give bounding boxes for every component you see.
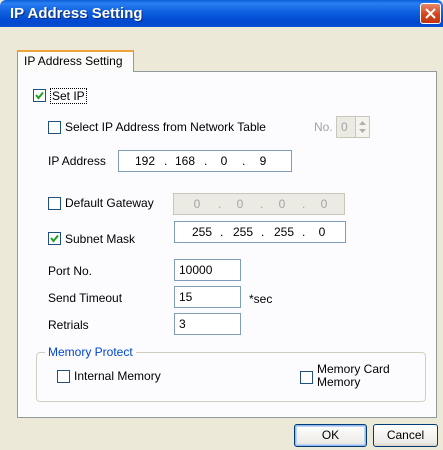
set-ip-label: Set IP [50, 88, 87, 104]
internal-memory-checkbox[interactable] [57, 370, 70, 383]
ip-octet-4: 9 [259, 154, 267, 168]
network-no-label: No. [314, 120, 333, 134]
port-label: Port No. [48, 264, 93, 278]
subnet-octet-4: 0 [318, 225, 326, 239]
ip-octet-3: 0 [220, 154, 228, 168]
default-gateway-input[interactable]: 0 . 0 . 0 . 0 [173, 193, 345, 215]
network-table-checkbox[interactable] [48, 121, 61, 134]
ip-dot: . [302, 225, 306, 239]
send-timeout-label: Send Timeout [48, 291, 123, 305]
memory-card-checkbox[interactable] [300, 371, 313, 384]
ip-dot: . [260, 197, 264, 211]
cancel-button[interactable]: Cancel [373, 424, 438, 447]
tab-ip-address-setting[interactable]: IP Address Setting [17, 50, 134, 72]
subnet-mask-label: Subnet Mask [65, 232, 136, 246]
network-no-spinner[interactable] [355, 116, 370, 138]
ok-button[interactable]: OK [294, 424, 367, 447]
ip-dot: . [218, 197, 222, 211]
window-title: IP Address Setting [10, 5, 143, 22]
close-button[interactable] [420, 3, 441, 24]
ip-dot: . [220, 225, 224, 239]
title-bar[interactable]: IP Address Setting [0, 0, 443, 27]
tab-label: IP Address Setting [24, 54, 123, 68]
retrials-label: Retrials [48, 318, 89, 332]
spin-down-icon[interactable] [356, 127, 369, 137]
subnet-octet-2: 255 [232, 225, 254, 239]
network-table-label: Select IP Address from Network Table [65, 120, 266, 134]
ip-address-label: IP Address [48, 154, 106, 168]
memory-card-label-line2: Memory [317, 375, 361, 389]
internal-memory-label: Internal Memory [74, 369, 161, 383]
subnet-mask-input[interactable]: 255 . 255 . 255 . 0 [174, 221, 346, 243]
ip-dot: . [164, 154, 168, 168]
ip-dot: . [302, 197, 306, 211]
subnet-octet-1: 255 [191, 225, 213, 239]
spin-up-icon[interactable] [356, 117, 369, 127]
gateway-octet-1: 0 [193, 197, 201, 211]
ip-dot: . [242, 154, 246, 168]
set-ip-checkbox[interactable] [33, 89, 46, 102]
ip-address-input[interactable]: 192 . 168 . 0 . 9 [118, 150, 292, 172]
port-input[interactable]: 10000 [174, 259, 241, 281]
ip-dot: . [204, 154, 208, 168]
send-timeout-unit: *sec [249, 292, 273, 306]
subnet-mask-checkbox[interactable] [48, 232, 61, 245]
dialog-window: IP Address Setting IP Address Setting Se… [0, 0, 443, 450]
memory-card-label: Memory Card Memory [317, 363, 390, 389]
ip-octet-2: 168 [174, 154, 196, 168]
default-gateway-label: Default Gateway [65, 196, 154, 210]
gateway-octet-4: 0 [320, 197, 328, 211]
retrials-input[interactable]: 3 [174, 313, 241, 335]
memory-protect-title: Memory Protect [45, 345, 136, 359]
ip-octet-1: 192 [134, 154, 156, 168]
subnet-octet-3: 255 [273, 225, 295, 239]
default-gateway-checkbox[interactable] [48, 197, 61, 210]
ip-dot: . [261, 225, 265, 239]
send-timeout-input[interactable]: 15 [174, 286, 241, 308]
gateway-octet-2: 0 [236, 197, 244, 211]
gateway-octet-3: 0 [278, 197, 286, 211]
